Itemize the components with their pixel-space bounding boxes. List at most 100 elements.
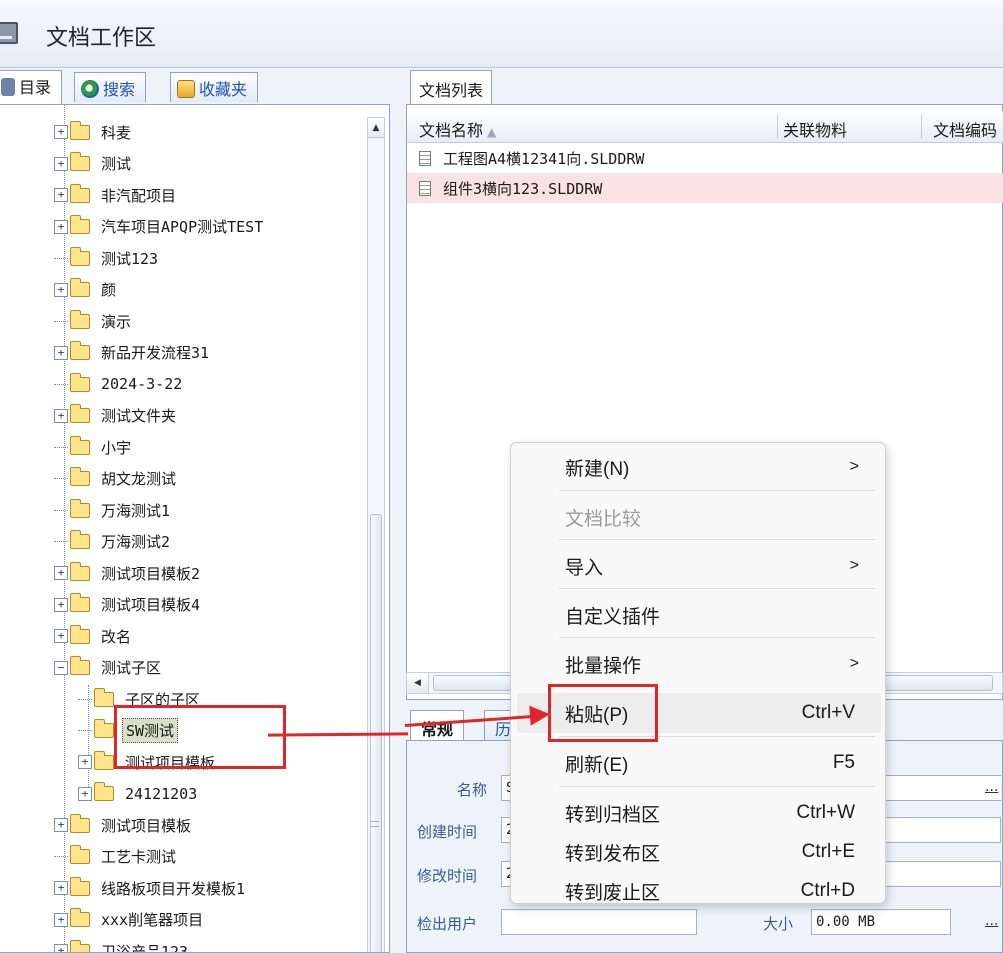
- folder-icon: [94, 782, 114, 801]
- tree-connector: [78, 698, 92, 700]
- tree-item[interactable]: + 卫浴产品123: [54, 936, 191, 952]
- menu-item-label: 转到归档区: [565, 804, 661, 826]
- tree-item[interactable]: + 测试项目模板4: [54, 590, 203, 620]
- tree-item[interactable]: 小宇: [54, 432, 134, 462]
- folder-icon: [70, 278, 90, 297]
- title-bar: 文档工作区: [0, 0, 1003, 68]
- tree-connector: [54, 856, 68, 857]
- expand-icon[interactable]: +: [54, 125, 68, 139]
- menu-item[interactable]: 刷新(E) F5: [517, 743, 881, 783]
- expand-icon[interactable]: +: [54, 156, 68, 171]
- menu-item[interactable]: 转到废止区 Ctrl+D: [517, 871, 881, 911]
- expand-icon[interactable]: +: [54, 881, 68, 895]
- collapse-icon[interactable]: −: [54, 660, 68, 675]
- tree-item-label: 测试子区: [101, 659, 162, 677]
- expand-icon[interactable]: +: [54, 597, 68, 612]
- tree-item[interactable]: + 汽车项目APQP测试TEST: [54, 212, 266, 242]
- column-doc-name-label: 文档名称: [419, 121, 484, 140]
- expand-icon[interactable]: +: [54, 219, 68, 234]
- left-tab-strip: 目录 搜索 收藏夹: [0, 70, 390, 104]
- menu-item[interactable]: 转到归档区 Ctrl+W: [517, 793, 881, 833]
- tree-item[interactable]: 万海测试1: [54, 495, 173, 525]
- column-separator[interactable]: [777, 115, 778, 139]
- tree-item[interactable]: 胡文龙测试: [54, 464, 179, 494]
- tree-scrollbar[interactable]: ▲: [367, 117, 385, 952]
- menu-item[interactable]: 导入 >: [517, 546, 881, 586]
- column-doc-name[interactable]: 文档名称 ▲: [419, 117, 496, 141]
- tab-directory[interactable]: 目录: [0, 70, 63, 104]
- tree-item[interactable]: + 非汽配项目: [54, 180, 179, 210]
- size-label: 大小: [763, 915, 794, 933]
- size-browse-button[interactable]: ...: [985, 913, 998, 929]
- tree-item-label: 小宇: [101, 438, 132, 457]
- tab-search[interactable]: 搜索: [74, 72, 147, 102]
- menu-item-shortcut: Ctrl+W: [796, 802, 855, 823]
- sort-ascending-icon: ▲: [487, 125, 497, 139]
- folder-icon: [70, 120, 90, 140]
- tree-item[interactable]: + 测试: [54, 149, 134, 179]
- tab-favorites[interactable]: 收藏夹: [170, 72, 259, 102]
- created-time-label: 创建时间: [417, 823, 478, 841]
- expand-icon[interactable]: +: [54, 345, 68, 360]
- expand-icon[interactable]: +: [54, 408, 68, 423]
- tree-connector: [54, 509, 68, 511]
- directory-icon: [1, 78, 15, 96]
- tree-item[interactable]: + 测试项目模板2: [54, 558, 203, 588]
- tree-item[interactable]: 万海测试2: [54, 527, 173, 557]
- menu-item[interactable]: 新建(N) >: [517, 447, 881, 487]
- tree-item[interactable]: + 科麦: [54, 117, 134, 147]
- doc-row-selected[interactable]: 组件3横向123.SLDDRW: [407, 173, 1003, 203]
- scroll-up-button[interactable]: ▲: [368, 118, 384, 138]
- column-separator[interactable]: [921, 115, 922, 139]
- expand-icon[interactable]: +: [54, 818, 68, 832]
- tree-item[interactable]: + 新品开发流程31: [54, 338, 212, 368]
- tree-item[interactable]: + 改名: [54, 621, 134, 651]
- tree-item[interactable]: + 测试项目模板: [54, 810, 194, 840]
- folder-icon: [70, 656, 90, 675]
- tree-item[interactable]: + 线路板项目开发模板1: [54, 873, 248, 903]
- scroll-grip-icon: [371, 821, 379, 827]
- folder-icon: [70, 845, 90, 864]
- tree-item[interactable]: + 颜: [54, 275, 119, 305]
- name-browse-button[interactable]: ...: [985, 779, 998, 795]
- menu-separator: [559, 786, 875, 787]
- tree-item[interactable]: − 测试子区: [54, 653, 164, 683]
- tree-item[interactable]: +24121203: [78, 779, 200, 809]
- expand-icon[interactable]: +: [54, 944, 68, 952]
- folder-icon: [94, 719, 114, 738]
- tab-search-label: 搜索: [103, 80, 136, 99]
- tree-item-label: 测试文件夹: [101, 407, 177, 425]
- expand-icon[interactable]: +: [54, 629, 68, 643]
- submenu-arrow-icon: >: [849, 655, 859, 672]
- menu-item: 文档比较: [517, 497, 881, 537]
- menu-item-shortcut: F5: [832, 752, 855, 773]
- column-doc-code[interactable]: 文档编码: [933, 117, 997, 141]
- tree-item-label: 非汽配项目: [101, 186, 177, 205]
- folder-icon: [70, 908, 90, 927]
- menu-item[interactable]: 批量操作 >: [517, 644, 881, 684]
- tree-item[interactable]: 演示: [54, 306, 134, 336]
- expand-icon[interactable]: +: [78, 755, 92, 769]
- expand-icon[interactable]: +: [78, 786, 92, 801]
- tab-document-list[interactable]: 文档列表: [410, 70, 493, 104]
- column-related-material[interactable]: 关联物料: [783, 117, 847, 141]
- tree-item-label: 24121203: [125, 784, 198, 803]
- expand-icon[interactable]: +: [54, 188, 68, 202]
- tree-item[interactable]: 测试123: [54, 243, 161, 273]
- tree-item[interactable]: + 测试文件夹: [54, 401, 179, 431]
- doc-row[interactable]: 工程图A4横12341向.SLDDRW: [407, 143, 1003, 173]
- menu-item-label: 批量操作: [565, 655, 642, 677]
- menu-item[interactable]: 转到发布区 Ctrl+E: [517, 832, 881, 872]
- tree-item[interactable]: 2024-3-22: [54, 369, 185, 399]
- submenu-arrow-icon: >: [849, 557, 859, 574]
- size-field[interactable]: 0.00 MB: [811, 909, 951, 935]
- scroll-left-button[interactable]: ◀: [407, 673, 429, 693]
- menu-item[interactable]: 自定义插件: [517, 595, 881, 635]
- folder-icon: [70, 152, 90, 171]
- tree-item[interactable]: + xxx削笔器项目: [54, 905, 206, 935]
- expand-icon[interactable]: +: [54, 282, 68, 297]
- tree-item[interactable]: 工艺卡测试: [54, 842, 179, 872]
- checkout-user-field[interactable]: [501, 909, 697, 935]
- expand-icon[interactable]: +: [54, 912, 68, 927]
- expand-icon[interactable]: +: [54, 566, 68, 580]
